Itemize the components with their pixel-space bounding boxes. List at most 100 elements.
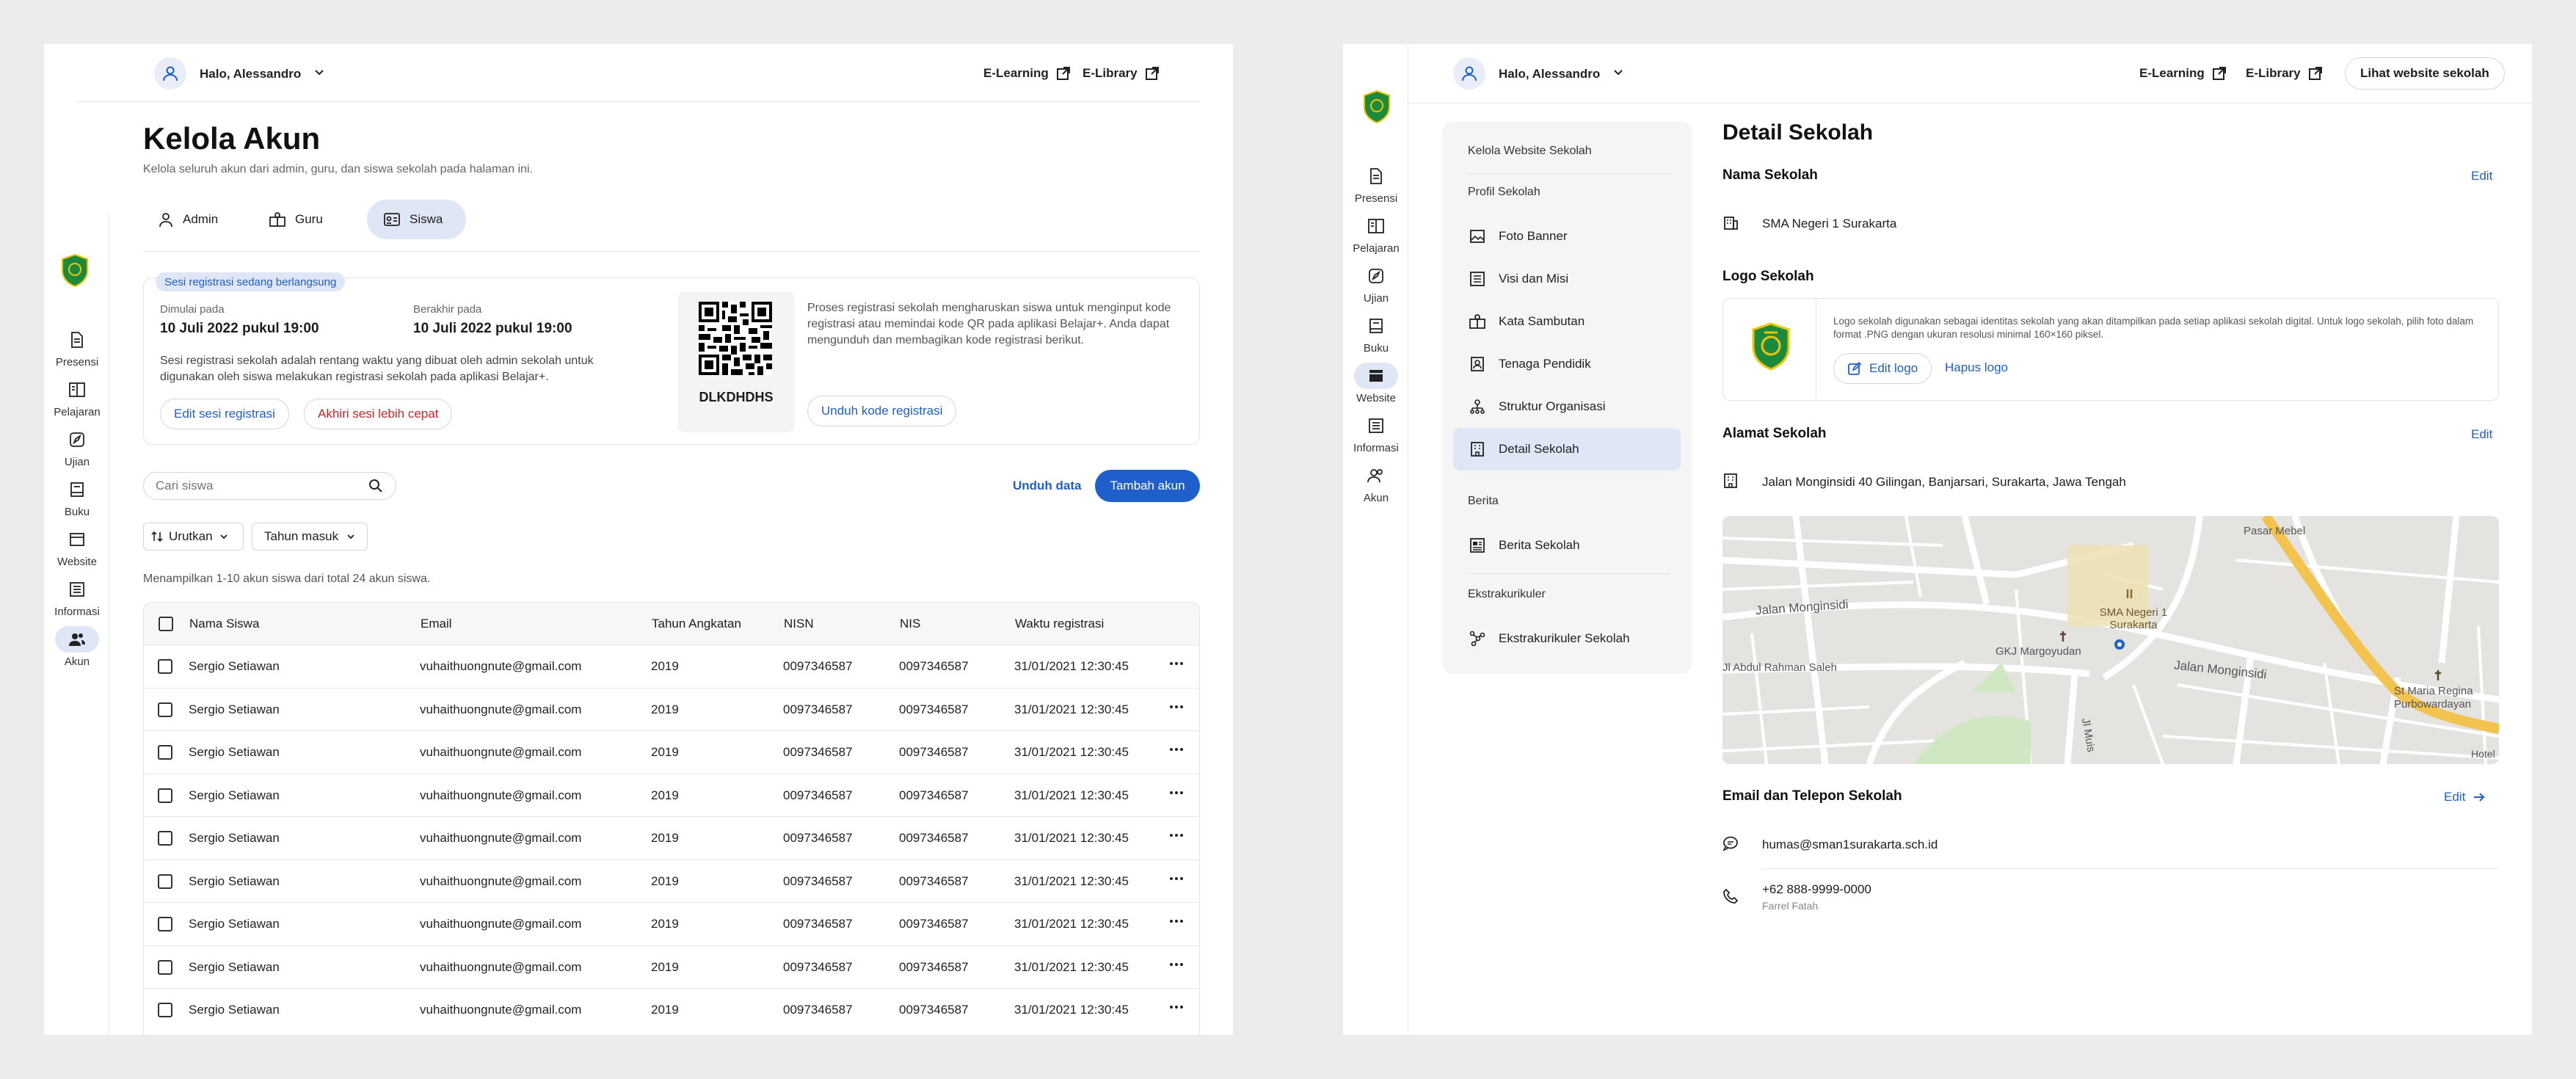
table-row[interactable]: Sergio Setiawan vuhaithuongnute@gmail.com… bbox=[143, 773, 1200, 816]
search-input[interactable] bbox=[156, 477, 361, 495]
row-checkbox[interactable] bbox=[158, 1003, 172, 1017]
sidebar-item-informasi[interactable]: Informasi bbox=[1343, 413, 1409, 454]
user-avatar-icon[interactable] bbox=[154, 57, 186, 90]
sidebar-label: Informasi bbox=[54, 606, 100, 618]
building-icon bbox=[1468, 441, 1487, 457]
more-options-icon[interactable] bbox=[1168, 827, 1185, 843]
school-location-map[interactable]: SMA Negeri 1 Surakarta Jalan Monginsidi … bbox=[1722, 516, 2499, 764]
chevron-down-icon[interactable] bbox=[1612, 66, 1625, 79]
edit-logo-button[interactable]: Edit logo bbox=[1833, 353, 1932, 384]
row-checkbox[interactable] bbox=[158, 917, 172, 931]
menu-item-kata-sambutan[interactable]: Kata Sambutan bbox=[1453, 300, 1681, 343]
add-account-button[interactable]: Tambah akun bbox=[1095, 470, 1200, 502]
end-session-button[interactable]: Akhiri sesi lebih cepat bbox=[304, 399, 453, 429]
row-checkbox[interactable] bbox=[158, 702, 172, 717]
table-row[interactable]: Sergio Setiawan vuhaithuongnute@gmail.com… bbox=[143, 902, 1200, 945]
school-logo[interactable] bbox=[60, 253, 90, 287]
search-box[interactable] bbox=[143, 472, 396, 500]
user-greeting[interactable]: Halo, Alessandro bbox=[200, 67, 301, 81]
user-avatar-icon[interactable] bbox=[1453, 57, 1485, 90]
col-waktu[interactable]: Waktu registrasi bbox=[1015, 617, 1104, 631]
row-checkbox[interactable] bbox=[158, 659, 172, 674]
sidebar-item-ujian[interactable]: Ujian bbox=[1343, 263, 1409, 305]
row-checkbox[interactable] bbox=[158, 959, 172, 975]
more-options-icon[interactable] bbox=[1168, 741, 1185, 758]
cell-nis: 0097346587 bbox=[899, 702, 969, 716]
menu-group-kelola[interactable]: Kelola Website Sekolah bbox=[1468, 145, 1592, 158]
edit-session-button[interactable]: Edit sesi registrasi bbox=[160, 399, 289, 429]
elearning-link[interactable]: E-Learning bbox=[983, 66, 1071, 81]
table-row[interactable]: Sergio Setiawan vuhaithuongnute@gmail.com… bbox=[143, 816, 1200, 859]
delete-logo-button[interactable]: Hapus logo bbox=[1945, 360, 2008, 375]
tab-admin[interactable]: Admin bbox=[143, 200, 231, 239]
menu-item-foto-banner[interactable]: Foto Banner bbox=[1453, 215, 1681, 258]
menu-item-struktur-organisasi[interactable]: Struktur Organisasi bbox=[1453, 385, 1681, 428]
row-checkbox[interactable] bbox=[158, 788, 172, 803]
edit-nama-button[interactable]: Edit bbox=[2471, 169, 2492, 184]
col-nisn[interactable]: NISN bbox=[784, 617, 814, 631]
chevron-down-icon[interactable] bbox=[313, 66, 326, 79]
school-logo[interactable] bbox=[1362, 90, 1391, 123]
sidebar-item-buku[interactable]: Buku bbox=[1343, 313, 1409, 355]
more-options-icon[interactable] bbox=[1168, 699, 1185, 715]
year-filter-dropdown[interactable]: Tahun masuk bbox=[252, 523, 368, 551]
id-badge-icon bbox=[1468, 356, 1487, 372]
document-icon bbox=[1354, 163, 1398, 189]
download-code-button[interactable]: Unduh kode registrasi bbox=[807, 396, 957, 426]
more-options-icon[interactable] bbox=[1168, 871, 1185, 887]
school-email: humas@sman1surakarta.sch.id bbox=[1762, 838, 1938, 851]
menu-item-ekstrakurikuler[interactable]: Ekstrakurikuler Sekolah bbox=[1453, 617, 1681, 660]
more-options-icon[interactable] bbox=[1168, 785, 1185, 801]
table-row[interactable]: Sergio Setiawan vuhaithuongnute@gmail.com… bbox=[143, 687, 1200, 730]
table-row[interactable]: Sergio Setiawan vuhaithuongnute@gmail.com… bbox=[143, 644, 1200, 687]
elibrary-link[interactable]: E-Library bbox=[1083, 66, 1160, 81]
more-options-icon[interactable] bbox=[1168, 913, 1185, 929]
sidebar-item-pelajaran[interactable]: Pelajaran bbox=[1343, 213, 1409, 255]
sidebar-item-presensi[interactable]: Presensi bbox=[44, 327, 110, 368]
tab-siswa[interactable]: Siswa bbox=[367, 200, 466, 239]
table-row[interactable]: Sergio Setiawan vuhaithuongnute@gmail.com… bbox=[143, 945, 1200, 988]
col-nama[interactable]: Nama Siswa bbox=[189, 617, 259, 631]
table-row[interactable]: Sergio Setiawan vuhaithuongnute@gmail.com… bbox=[143, 730, 1200, 773]
sidebar-item-ujian[interactable]: Ujian bbox=[44, 426, 110, 468]
sidebar-item-presensi[interactable]: Presensi bbox=[1343, 163, 1409, 205]
edit-alamat-button[interactable]: Edit bbox=[2471, 427, 2492, 442]
table-row[interactable]: Sergio Setiawan vuhaithuongnute@gmail.com… bbox=[143, 988, 1200, 1031]
download-data-button[interactable]: Unduh data bbox=[1013, 479, 1082, 493]
menu-item-visi-misi[interactable]: Visi dan Misi bbox=[1453, 258, 1681, 300]
elibrary-label: E-Library bbox=[1083, 66, 1138, 80]
menu-item-detail-sekolah[interactable]: Detail Sekolah bbox=[1453, 428, 1681, 471]
search-icon[interactable] bbox=[368, 479, 383, 493]
elibrary-link[interactable]: E-Library bbox=[2246, 66, 2323, 81]
user-greeting[interactable]: Halo, Alessandro bbox=[1499, 67, 1600, 81]
col-tahun[interactable]: Tahun Angkatan bbox=[652, 617, 741, 631]
sidebar-item-informasi[interactable]: Informasi bbox=[44, 576, 110, 618]
row-checkbox[interactable] bbox=[158, 873, 172, 889]
row-checkbox[interactable] bbox=[158, 745, 172, 760]
sidebar-item-buku[interactable]: Buku bbox=[44, 476, 110, 518]
more-options-icon[interactable] bbox=[1168, 655, 1185, 672]
more-options-icon[interactable] bbox=[1168, 999, 1185, 1015]
kontak-section-title: Email dan Telepon Sekolah bbox=[1722, 788, 1902, 804]
sidebar-item-akun[interactable]: Akun bbox=[44, 626, 110, 668]
sidebar-item-pelajaran[interactable]: Pelajaran bbox=[44, 377, 110, 418]
select-all-checkbox[interactable] bbox=[159, 617, 173, 631]
sidebar-item-website[interactable]: Website bbox=[44, 526, 110, 568]
sidebar-label: Akun bbox=[1363, 492, 1389, 504]
edit-kontak-button[interactable]: Edit bbox=[2444, 790, 2486, 804]
sort-dropdown[interactable]: Urutkan bbox=[143, 523, 244, 551]
col-email[interactable]: Email bbox=[421, 617, 452, 631]
cell-name: Sergio Setiawan bbox=[189, 659, 280, 673]
menu-item-berita-sekolah[interactable]: Berita Sekolah bbox=[1453, 524, 1681, 567]
tab-guru[interactable]: Guru bbox=[257, 200, 338, 239]
col-nis[interactable]: NIS bbox=[900, 617, 920, 631]
menu-item-tenaga-pendidik[interactable]: Tenaga Pendidik bbox=[1453, 343, 1681, 385]
more-options-icon[interactable] bbox=[1168, 956, 1185, 973]
cell-name: Sergio Setiawan bbox=[189, 702, 280, 716]
table-row[interactable]: Sergio Setiawan vuhaithuongnute@gmail.com… bbox=[143, 859, 1200, 902]
elearning-link[interactable]: E-Learning bbox=[2139, 66, 2227, 81]
view-website-button[interactable]: Lihat website sekolah bbox=[2345, 57, 2505, 90]
sidebar-item-akun[interactable]: Akun bbox=[1343, 462, 1409, 504]
sidebar-item-website[interactable]: Website bbox=[1343, 363, 1409, 404]
row-checkbox[interactable] bbox=[158, 831, 172, 846]
